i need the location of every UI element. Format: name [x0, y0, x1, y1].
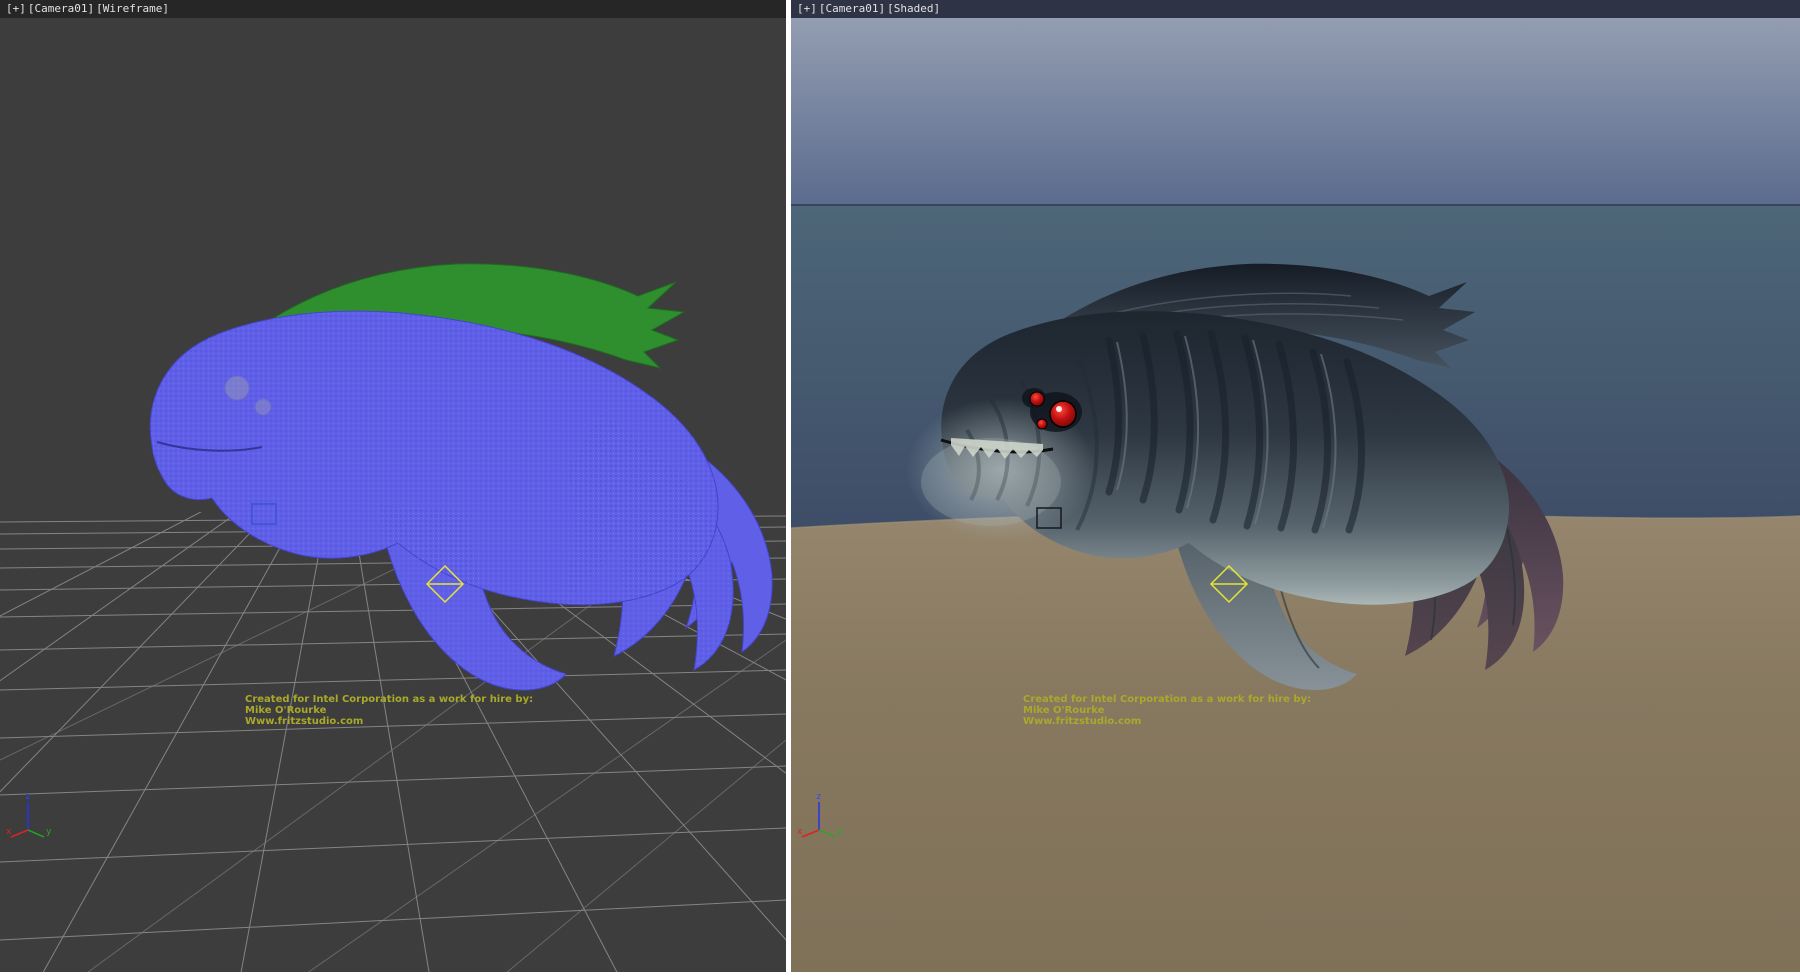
watermark-text: Created for Intel Corporation as a work …	[245, 694, 533, 727]
fish-wireframe-model[interactable]	[150, 264, 772, 690]
viewport-shaded[interactable]: [+] [Camera01] [Shaded]	[791, 0, 1800, 972]
axis-label-z: z	[25, 792, 30, 802]
world-axis-gizmo: z x y	[6, 790, 52, 842]
axis-label-y: y	[837, 827, 843, 837]
viewport-pov-menu[interactable]: [Camera01]	[819, 2, 885, 15]
axis-label-y: y	[46, 827, 52, 837]
viewport-label-bar	[791, 0, 1800, 18]
fish-eye-outline	[225, 376, 249, 400]
fish-eye-small	[1030, 392, 1044, 406]
watermark-text: Created for Intel Corporation as a work …	[1023, 694, 1311, 727]
viewport-shading-menu[interactable]: [Wireframe]	[96, 2, 169, 15]
viewport-pov-menu[interactable]: [Camera01]	[28, 2, 94, 15]
axis-label-z: z	[816, 792, 821, 802]
viewport-label: [+] [Camera01] [Wireframe]	[6, 2, 169, 15]
viewport-general-menu[interactable]: [+]	[797, 2, 817, 15]
viewport-wireframe[interactable]: [+] [Camera01] [Wireframe]	[0, 0, 786, 972]
axis-label-x: x	[797, 827, 803, 837]
wireframe-scene	[0, 0, 786, 972]
viewport-split-container: [+] [Camera01] [Wireframe]	[0, 0, 1800, 972]
fish-eye-main	[1050, 401, 1076, 427]
window-bottom-border	[0, 972, 1800, 978]
horizon-line	[791, 204, 1800, 206]
sky	[791, 0, 1800, 206]
fish-eye-tiny	[1037, 419, 1047, 429]
viewport-general-menu[interactable]: [+]	[6, 2, 26, 15]
shaded-scene	[791, 0, 1800, 972]
world-axis-gizmo: z x y	[797, 790, 843, 842]
viewport-shading-menu[interactable]: [Shaded]	[887, 2, 940, 15]
axis-label-x: x	[6, 827, 12, 837]
viewport-label: [+] [Camera01] [Shaded]	[797, 2, 940, 15]
